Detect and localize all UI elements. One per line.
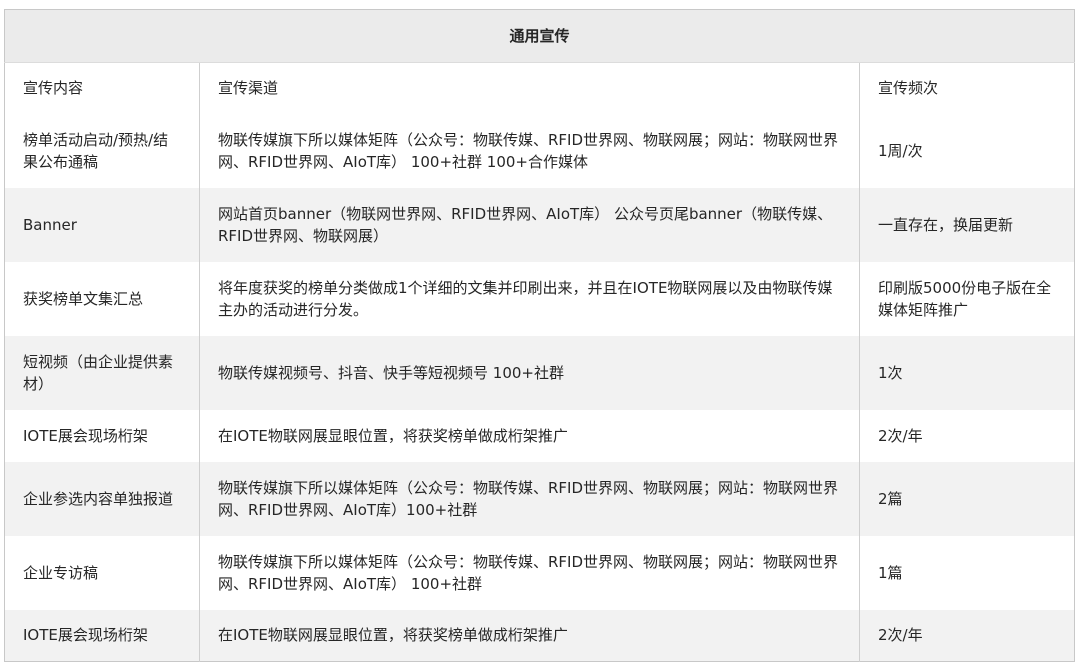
cell-frequency: 2篇	[859, 461, 1075, 536]
cell-channel: 将年度获奖的榜单分类做成1个详细的文集并印刷出来，并且在IOTE物联网展以及由物…	[199, 261, 860, 336]
promotion-table-container: 通用宣传 宣传内容 宣传渠道 宣传频次 榜单活动启动/预热/结果公布通稿 物联传…	[4, 9, 1076, 662]
table-row: 榜单活动启动/预热/结果公布通稿 物联传媒旗下所以媒体矩阵（公众号：物联传媒、R…	[4, 113, 1075, 188]
cell-channel: 网站首页banner（物联网世界网、RFID世界网、AIoT库） 公众号页尾ba…	[199, 187, 860, 262]
cell-content: 企业参选内容单独报道	[4, 461, 200, 536]
cell-frequency: 1次	[859, 335, 1075, 410]
cell-channel: 物联传媒旗下所以媒体矩阵（公众号：物联传媒、RFID世界网、物联网展；网站：物联…	[199, 113, 860, 188]
table-title-row: 通用宣传	[4, 9, 1075, 63]
cell-content: 获奖榜单文集汇总	[4, 261, 200, 336]
header-content: 宣传内容	[4, 62, 200, 114]
table-row: Banner 网站首页banner（物联网世界网、RFID世界网、AIoT库） …	[4, 187, 1075, 262]
table-row: 企业专访稿 物联传媒旗下所以媒体矩阵（公众号：物联传媒、RFID世界网、物联网展…	[4, 535, 1075, 610]
table-row: IOTE展会现场桁架 在IOTE物联网展显眼位置，将获奖榜单做成桁架推广 2次/…	[4, 409, 1075, 462]
cell-frequency: 1篇	[859, 535, 1075, 610]
table-row: 获奖榜单文集汇总 将年度获奖的榜单分类做成1个详细的文集并印刷出来，并且在IOT…	[4, 261, 1075, 336]
table-title: 通用宣传	[4, 9, 1075, 63]
cell-content: 短视频（由企业提供素材）	[4, 335, 200, 410]
cell-frequency: 1周/次	[859, 113, 1075, 188]
table-row: IOTE展会现场桁架 在IOTE物联网展显眼位置，将获奖榜单做成桁架推广 2次/…	[4, 609, 1075, 662]
cell-content: Banner	[4, 187, 200, 262]
cell-content: 企业专访稿	[4, 535, 200, 610]
table-row: 短视频（由企业提供素材） 物联传媒视频号、抖音、快手等短视频号 100+社群 1…	[4, 335, 1075, 410]
cell-frequency: 一直存在，换届更新	[859, 187, 1075, 262]
header-frequency: 宣传频次	[859, 62, 1075, 114]
cell-frequency: 印刷版5000份电子版在全媒体矩阵推广	[859, 261, 1075, 336]
table-header-row: 宣传内容 宣传渠道 宣传频次	[4, 62, 1075, 114]
cell-frequency: 2次/年	[859, 409, 1075, 462]
cell-content: IOTE展会现场桁架	[4, 409, 200, 462]
header-channel: 宣传渠道	[199, 62, 860, 114]
cell-content: 榜单活动启动/预热/结果公布通稿	[4, 113, 200, 188]
cell-frequency: 2次/年	[859, 609, 1075, 662]
table-row: 企业参选内容单独报道 物联传媒旗下所以媒体矩阵（公众号：物联传媒、RFID世界网…	[4, 461, 1075, 536]
cell-channel: 物联传媒视频号、抖音、快手等短视频号 100+社群	[199, 335, 860, 410]
cell-channel: 物联传媒旗下所以媒体矩阵（公众号：物联传媒、RFID世界网、物联网展；网站：物联…	[199, 461, 860, 536]
cell-channel: 在IOTE物联网展显眼位置，将获奖榜单做成桁架推广	[199, 409, 860, 462]
cell-channel: 在IOTE物联网展显眼位置，将获奖榜单做成桁架推广	[199, 609, 860, 662]
cell-channel: 物联传媒旗下所以媒体矩阵（公众号：物联传媒、RFID世界网、物联网展；网站：物联…	[199, 535, 860, 610]
promotion-table: 通用宣传 宣传内容 宣传渠道 宣传频次 榜单活动启动/预热/结果公布通稿 物联传…	[4, 9, 1076, 662]
cell-content: IOTE展会现场桁架	[4, 609, 200, 662]
